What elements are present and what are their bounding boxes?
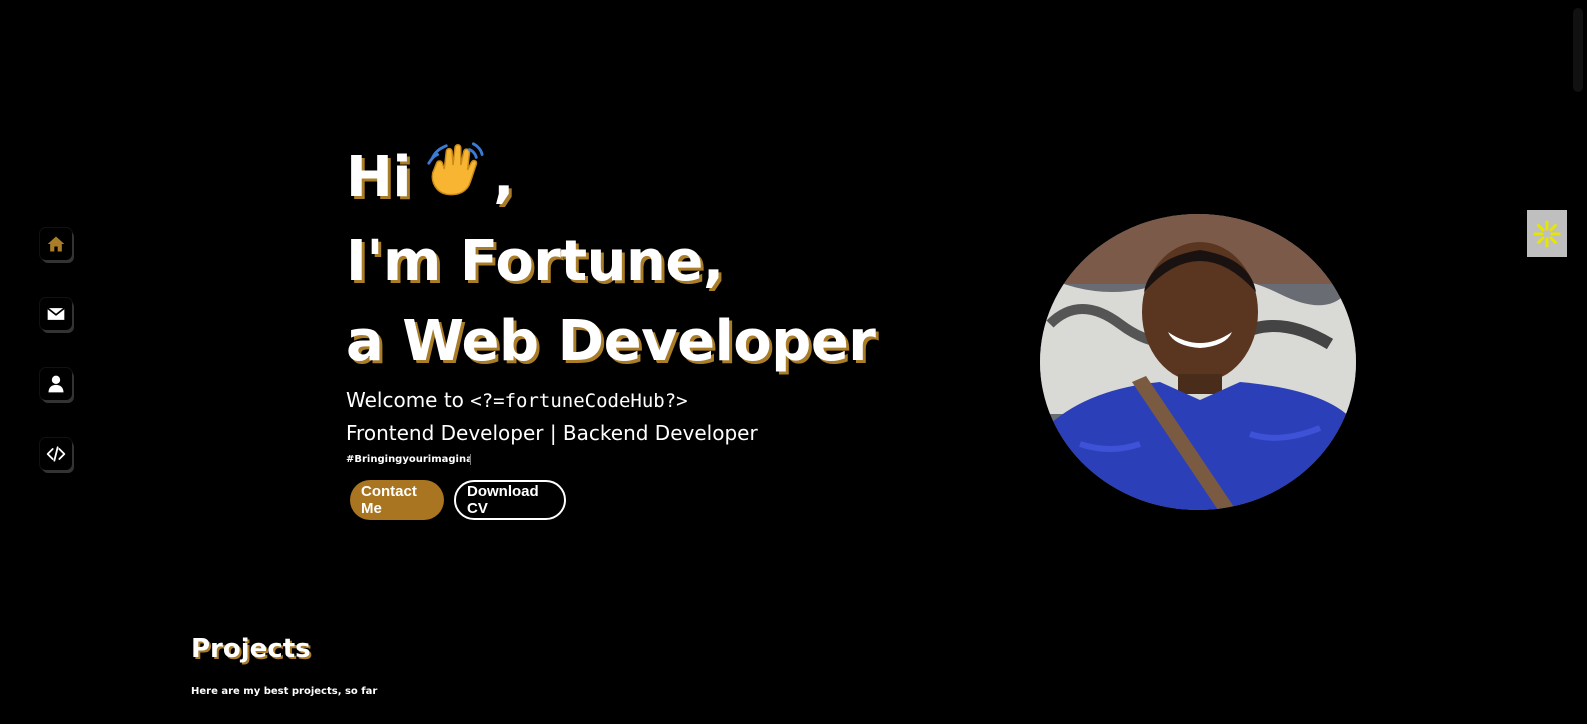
hero-name: I'm Fortune, [346,229,724,294]
nav-about-button[interactable] [40,368,72,400]
roles-text: Frontend Developer | Backend Developer [346,421,758,445]
waving-hand-icon [423,138,485,222]
typing-hashtag: #Bringingyourimaginations [346,454,471,465]
hero-greeting-comma: , [493,145,514,210]
profile-photo [1040,214,1356,510]
scrollbar-track[interactable] [1569,0,1587,724]
settings-toggle-button[interactable] [1527,210,1567,257]
brand-name: <?=fortuneCodeHub?> [470,390,688,412]
welcome-prefix: Welcome to [346,388,464,412]
scrollbar-thumb[interactable] [1573,8,1583,92]
profile-photo-illustration [1040,214,1356,510]
home-icon [47,236,65,252]
hero-buttons: Contact Me Download CV [350,480,566,520]
hero-section: Hi , I'm Fortune, a Web Developer [346,138,906,382]
hero-role: a Web Developer [346,309,876,374]
user-icon [48,375,64,393]
welcome-text: Welcome to <?=fortuneCodeHub?> [346,388,688,412]
nav-home-button[interactable] [40,228,72,260]
nav-contact-button[interactable] [40,298,72,330]
nav-projects-button[interactable] [40,438,72,470]
contact-me-button[interactable]: Contact Me [350,480,444,520]
projects-heading: Projects [191,634,311,664]
sidebar-nav [40,228,74,508]
download-cv-button[interactable]: Download CV [454,480,566,520]
code-icon [46,446,66,462]
projects-subtitle: Here are my best projects, so far [191,686,378,697]
spinner-icon [1533,220,1561,247]
hero-greeting: Hi [346,145,412,210]
envelope-icon [47,307,65,320]
hero-headline: Hi , I'm Fortune, a Web Developer [346,138,906,382]
